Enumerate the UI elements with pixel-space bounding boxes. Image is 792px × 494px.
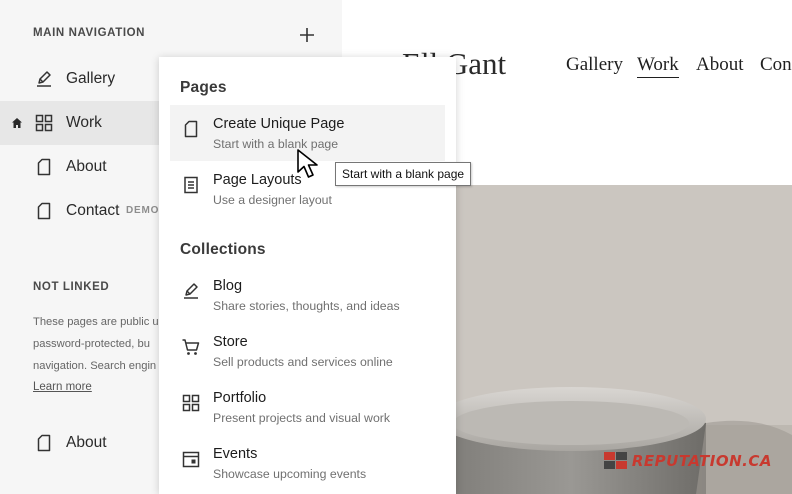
page-icon — [37, 158, 51, 176]
hero-image: REPUTATION.CA — [456, 185, 792, 494]
tooltip: Start with a blank page — [335, 162, 472, 186]
option-title: Events — [213, 446, 258, 462]
sidebar-item-label: Contact — [66, 202, 120, 219]
portfolio-option[interactable]: Portfolio Present projects and visual wo… — [170, 379, 445, 435]
not-linked-description-line: navigation. Search engin — [33, 360, 157, 372]
sidebar-item-label: About — [66, 158, 107, 175]
events-option[interactable]: Events Showcase upcoming events — [170, 435, 445, 491]
layout-page-icon — [184, 176, 198, 194]
store-option[interactable]: Store Sell products and services online — [170, 323, 445, 379]
home-icon — [12, 118, 22, 128]
option-title: Page Layouts — [213, 172, 302, 188]
sidebar-item-label: Gallery — [66, 70, 116, 87]
option-title: Blog — [213, 278, 243, 294]
pages-heading: Pages — [180, 79, 227, 96]
option-title: Portfolio — [213, 390, 267, 406]
option-subtitle: Sell products and services online — [213, 355, 393, 369]
blog-option[interactable]: Blog Share stories, thoughts, and ideas — [170, 267, 445, 323]
grid-icon — [182, 394, 200, 412]
bowl-photo — [456, 185, 792, 494]
sidebar-item-label: About — [66, 434, 107, 451]
blog-pen-icon — [37, 71, 51, 87]
add-page-menu: Pages Create Unique Page Start with a bl… — [159, 57, 456, 494]
demo-badge: DEMO — [126, 205, 160, 216]
option-title: Create Unique Page — [213, 116, 345, 132]
option-subtitle: Use a designer layout — [213, 193, 332, 207]
page-icon — [37, 202, 51, 220]
option-title: Store — [213, 334, 248, 350]
mouse-cursor-icon — [297, 149, 318, 178]
reputation-logo-icon — [603, 452, 627, 469]
site-nav-contact[interactable]: Con — [760, 54, 792, 76]
site-nav-about[interactable]: About — [696, 54, 744, 76]
sidebar-item-label: Work — [66, 114, 102, 131]
grid-icon — [35, 114, 53, 132]
site-nav-gallery[interactable]: Gallery — [566, 54, 623, 76]
blank-page-icon — [184, 120, 198, 138]
not-linked-description-line: password-protected, bu — [33, 338, 150, 350]
calendar-icon — [182, 451, 200, 468]
not-linked-heading: NOT LINKED — [33, 281, 110, 293]
option-subtitle: Present projects and visual work — [213, 411, 391, 425]
watermark-text: REPUTATION.CA — [631, 452, 772, 470]
option-subtitle: Share stories, thoughts, and ideas — [213, 299, 400, 313]
cart-icon — [182, 339, 200, 355]
page-icon — [37, 434, 51, 452]
learn-more-link[interactable]: Learn more — [33, 381, 92, 393]
option-subtitle: Showcase upcoming events — [213, 467, 367, 481]
not-linked-description-line: These pages are public u — [33, 316, 159, 328]
add-page-button[interactable] — [296, 24, 318, 46]
reputation-watermark: REPUTATION.CA — [603, 450, 772, 472]
blog-pen-icon — [184, 283, 198, 299]
collections-heading: Collections — [180, 241, 266, 258]
site-nav-work[interactable]: Work — [637, 54, 679, 78]
main-navigation-heading: MAIN NAVIGATION — [33, 27, 146, 39]
